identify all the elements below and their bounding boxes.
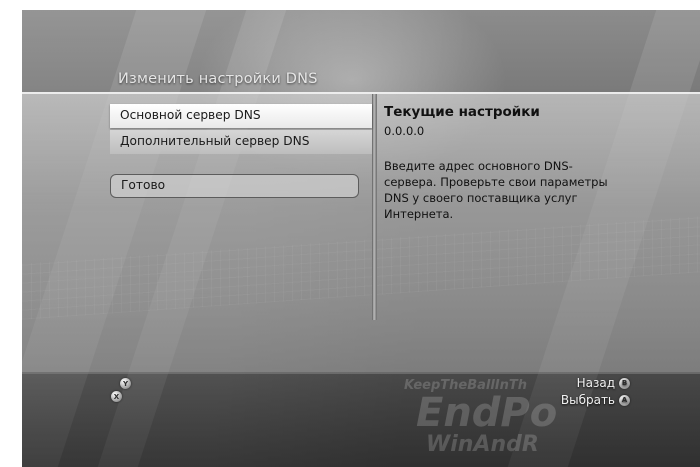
a-button-icon: A: [619, 394, 630, 406]
console-screen: Изменить настройки DNS Основной сервер D…: [22, 10, 700, 467]
current-settings-label: Текущие настройки: [384, 104, 540, 120]
dialog-title: Изменить настройки DNS: [118, 71, 318, 87]
done-button[interactable]: Готово: [110, 174, 359, 198]
menu-item-primary-dns[interactable]: Основной сервер DNS: [110, 104, 372, 128]
info-pane: Текущие настройки 0.0.0.0 Введите адрес …: [384, 104, 684, 222]
menu-item-secondary-dns[interactable]: Дополнительный сервер DNS: [110, 130, 372, 154]
b-button-icon: B: [619, 377, 630, 389]
help-text: Введите адрес основного DNS-сервера. Про…: [384, 159, 608, 221]
panel-divider: [372, 94, 377, 320]
x-button-icon[interactable]: X: [111, 391, 122, 402]
select-hint[interactable]: Выбрать A: [561, 393, 630, 407]
back-label: Назад: [576, 376, 615, 390]
y-button-icon[interactable]: Y: [120, 378, 131, 389]
current-dns-value: 0.0.0.0: [384, 124, 425, 138]
background-logo-text: EndPo: [416, 390, 558, 436]
back-hint[interactable]: Назад B: [577, 376, 630, 390]
select-label: Выбрать: [560, 393, 615, 407]
background-logo-text: WinAndR: [426, 432, 539, 457]
